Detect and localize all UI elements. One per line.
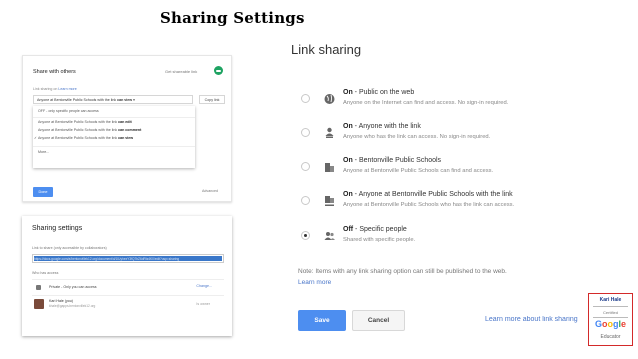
access-row-owner: Kari Hale (you) khale@gapps.bentonvillek… <box>32 295 224 313</box>
check-icon: ✓ <box>34 136 38 140</box>
link-to-share-label: Link to share (only accessible by collab… <box>32 246 107 250</box>
select-permission: can view <box>117 97 133 102</box>
publish-note: Note: Items with any link sharing option… <box>298 268 507 275</box>
learn-more-about-link-sharing[interactable]: Learn more about link sharing <box>485 316 588 323</box>
get-shareable-link[interactable]: Get shareable link <box>165 69 197 74</box>
option-bentonville-with-link[interactable]: On - Anyone at Bentonville Public School… <box>298 189 598 217</box>
change-link[interactable]: Change... <box>196 284 212 288</box>
option-description: Anyone at Bentonville Public Schools can… <box>343 168 494 174</box>
share-url-field[interactable]: https://docs.google.com/a/bentonvillek12… <box>32 254 224 263</box>
advanced-link[interactable]: Advanced <box>202 189 218 193</box>
share-panel-title: Share with others <box>33 69 76 75</box>
menu-divider <box>33 117 195 118</box>
option-description: Anyone who has the link can access. No s… <box>343 134 491 140</box>
sharing-settings-title: Sharing settings <box>32 225 83 232</box>
radio-button[interactable] <box>301 94 310 103</box>
person-link-icon <box>325 127 334 138</box>
option-description: Anyone on the Internet can find and acce… <box>343 100 509 106</box>
lock-icon <box>36 285 41 290</box>
building-icon <box>325 163 334 172</box>
share-with-others-panel: Share with others Get shareable link Lin… <box>22 55 232 202</box>
learn-more-link[interactable]: Learn more <box>58 87 76 91</box>
menu-item-more[interactable]: More... <box>38 150 49 154</box>
slide-title: Sharing Settings <box>160 9 305 27</box>
option-description: Shared with specific people. <box>343 237 416 243</box>
link-access-select[interactable]: Anyone at Bentonville Public Schools wit… <box>33 95 193 104</box>
link-sharing-on-label: Link sharing on <box>33 87 58 91</box>
select-prefix: Anyone at Bentonville Public Schools wit… <box>37 97 118 102</box>
badge-divider <box>593 306 628 307</box>
badge-educator: Educator <box>600 334 621 340</box>
menu-item-can-comment[interactable]: Anyone at Bentonville Public Schools wit… <box>38 128 141 132</box>
owner-role: Is owner <box>196 302 210 306</box>
radio-button[interactable] <box>301 128 310 137</box>
menu-item-off[interactable]: OFF - only specific people can access <box>38 109 99 113</box>
menu-item-can-edit[interactable]: Anyone at Bentonville Public Schools wit… <box>38 120 132 124</box>
option-title: On - Public on the web <box>343 89 415 96</box>
copy-link-button[interactable]: Copy link <box>199 95 225 104</box>
people-icon <box>324 232 335 240</box>
menu-item-can-view[interactable]: ✓ Anyone at Bentonville Public Schools w… <box>34 136 133 140</box>
option-anyone-with-link[interactable]: On - Anyone with the link Anyone who has… <box>298 121 598 149</box>
menu-divider <box>33 146 195 147</box>
google-logo: Google <box>594 319 627 329</box>
building-link-icon <box>325 196 334 206</box>
option-title: Off - Specific people <box>343 226 407 233</box>
certified-educator-badge: Kari Hale Certified Google Educator <box>588 293 633 346</box>
owner-email: khale@gapps.bentonvillek12.org <box>49 304 96 308</box>
cancel-button[interactable]: Cancel <box>352 310 405 331</box>
share-url-text: https://docs.google.com/a/bentonvillek12… <box>34 256 222 261</box>
learn-more-link[interactable]: Learn more <box>298 279 331 286</box>
radio-button-selected[interactable] <box>301 231 310 240</box>
owner-name: Kari Hale (you) <box>49 299 73 303</box>
radio-button[interactable] <box>301 196 310 205</box>
option-title: On - Anyone with the link <box>343 123 421 130</box>
save-button[interactable]: Save <box>298 310 346 331</box>
private-access-text: Private - Only you can access <box>49 285 97 289</box>
badge-certified: Certified <box>603 310 618 315</box>
globe-icon <box>324 94 335 104</box>
radio-button[interactable] <box>301 162 310 171</box>
access-row-private: Private - Only you can access Change... <box>32 279 224 295</box>
who-has-access-label: Who has access <box>32 271 59 275</box>
option-description: Anyone at Bentonville Public Schools who… <box>343 202 515 208</box>
avatar <box>34 299 44 309</box>
option-title: On - Anyone at Bentonville Public School… <box>343 191 513 198</box>
option-public-web[interactable]: On - Public on the web Anyone on the Int… <box>298 87 598 115</box>
badge-divider <box>593 317 628 318</box>
access-dropdown-menu: OFF - only specific people can access An… <box>33 106 195 168</box>
link-icon[interactable] <box>214 66 223 75</box>
badge-name: Kari Hale <box>599 297 622 303</box>
done-button[interactable]: Done <box>33 187 53 197</box>
option-specific-people[interactable]: Off - Specific people Shared with specif… <box>298 224 598 252</box>
link-sharing-status: Link sharing on Learn more <box>33 87 77 91</box>
option-title: On - Bentonville Public Schools <box>343 157 442 164</box>
sharing-settings-panel: Sharing settings Link to share (only acc… <box>22 216 232 336</box>
option-bentonville[interactable]: On - Bentonville Public Schools Anyone a… <box>298 155 598 183</box>
link-sharing-title: Link sharing <box>291 42 362 57</box>
